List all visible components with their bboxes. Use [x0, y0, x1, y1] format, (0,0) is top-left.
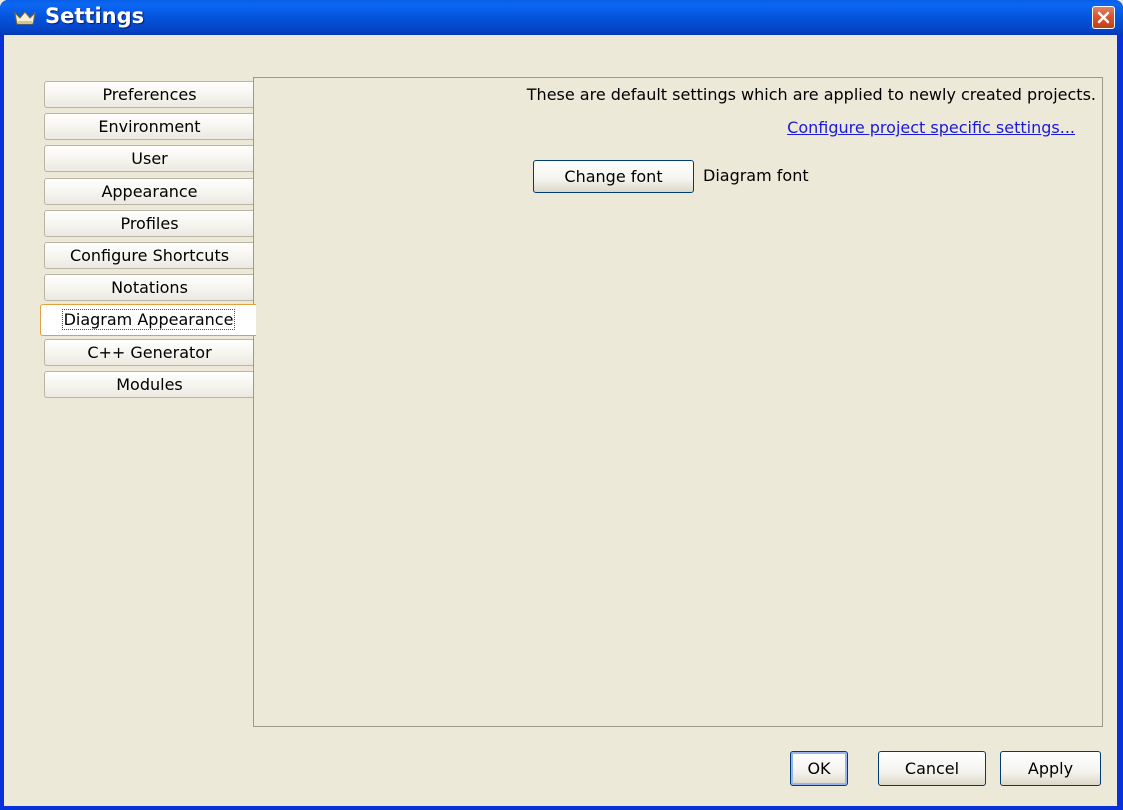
cancel-button[interactable]: Cancel	[878, 751, 986, 786]
tab-preferences[interactable]: Preferences	[44, 81, 254, 108]
apply-button[interactable]: Apply	[1000, 751, 1101, 786]
tab-label: Preferences	[102, 85, 197, 104]
close-button[interactable]	[1092, 6, 1115, 29]
tab-label: Environment	[98, 117, 201, 136]
tab-label: Profiles	[120, 214, 179, 233]
tab-configure-shortcuts[interactable]: Configure Shortcuts	[44, 242, 254, 269]
window-title: Settings	[45, 4, 145, 28]
tab-modules[interactable]: Modules	[44, 371, 254, 398]
dialog-body: Preferences Environment User Appearance …	[4, 35, 1117, 806]
tab-diagram-appearance[interactable]: Diagram Appearance	[40, 304, 256, 336]
tab-label: User	[131, 149, 168, 168]
change-font-button[interactable]: Change font	[533, 160, 694, 193]
tab-cpp-generator[interactable]: C++ Generator	[44, 339, 254, 366]
tab-user[interactable]: User	[44, 145, 254, 172]
tab-label: Notations	[111, 278, 188, 297]
tab-appearance[interactable]: Appearance	[44, 178, 254, 205]
tab-label: Modules	[116, 375, 183, 394]
crown-icon	[14, 10, 36, 26]
tab-environment[interactable]: Environment	[44, 113, 254, 140]
default-settings-note: These are default settings which are app…	[526, 85, 1096, 104]
tab-label: Configure Shortcuts	[69, 246, 230, 265]
diagram-font-label: Diagram font	[703, 166, 809, 185]
settings-window: Settings Preferences Environment User Ap…	[0, 0, 1123, 810]
configure-project-settings-link[interactable]: Configure project specific settings...	[787, 118, 1075, 137]
tab-notations[interactable]: Notations	[44, 274, 254, 301]
title-bar[interactable]: Settings	[0, 0, 1123, 35]
close-icon	[1097, 11, 1110, 24]
ok-button[interactable]: OK	[790, 751, 848, 786]
tab-profiles[interactable]: Profiles	[44, 210, 254, 237]
diagram-appearance-panel: These are default settings which are app…	[253, 77, 1103, 727]
tab-label: Appearance	[101, 182, 198, 201]
tab-label: Diagram Appearance	[61, 309, 236, 330]
tab-label: C++ Generator	[87, 343, 212, 362]
